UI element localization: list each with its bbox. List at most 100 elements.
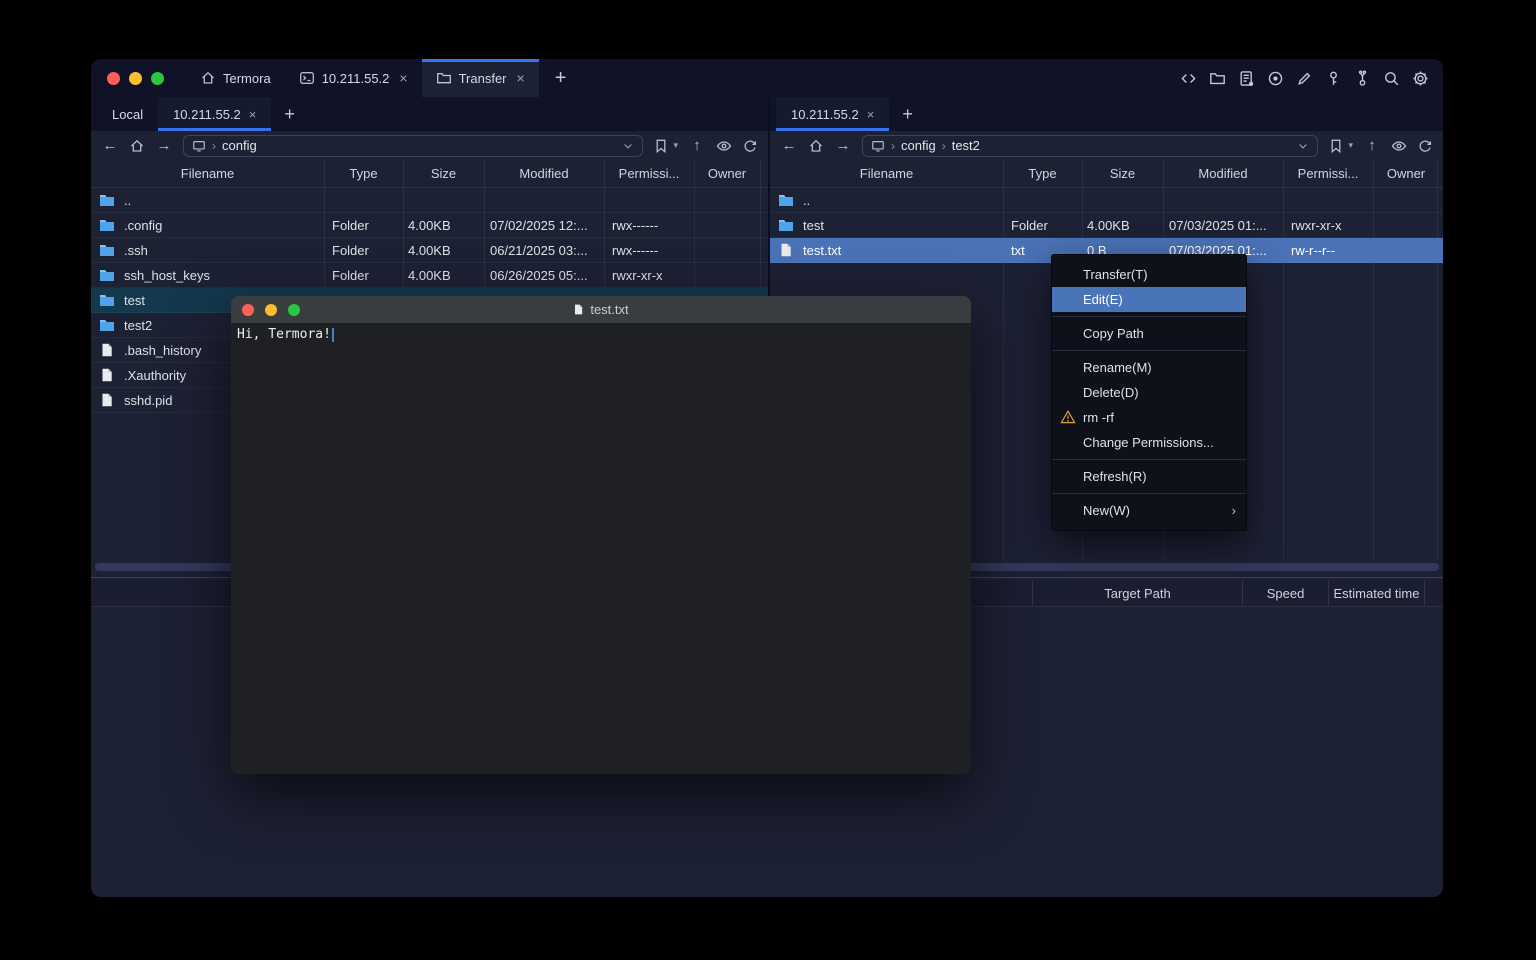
back-button[interactable]: ← [101,137,119,154]
bookmark-button[interactable] [1328,138,1344,154]
menu-item-label: Transfer(T) [1083,267,1148,282]
parent-directory-button[interactable]: ↑ [1363,137,1381,154]
column-header-type[interactable]: Type [324,166,403,181]
bookmark-dropdown-icon[interactable]: ▾ [1348,140,1353,151]
home-button[interactable] [129,138,145,154]
file-row[interactable]: ssh_host_keys Folder 4.00KB 06/26/2025 0… [91,263,768,288]
bookmark-dropdown-icon[interactable]: ▾ [673,140,678,151]
menu-item-label: Copy Path [1083,326,1144,341]
close-window-button[interactable] [107,72,120,85]
close-tab-icon[interactable]: × [249,107,257,122]
tab-label: Transfer [459,71,507,86]
column-header-modified[interactable]: Modified [484,166,604,181]
file-type: Folder [324,218,403,233]
column-header-owner[interactable]: Owner [694,166,760,181]
zoom-window-button[interactable] [151,72,164,85]
code-icon[interactable] [1180,70,1197,87]
file-modified: 07/02/2025 12:... [484,218,604,233]
file-row[interactable]: .ssh Folder 4.00KB 06/21/2025 03:... rwx… [91,238,768,263]
settings-gear-icon[interactable] [1412,70,1429,87]
record-icon[interactable] [1267,70,1284,87]
tab-transfer[interactable]: Transfer × [422,59,539,97]
path-bar[interactable]: › config › test2 [862,135,1318,157]
file-modified: 06/21/2025 03:... [484,243,604,258]
context-menu-item[interactable]: Edit(E) [1052,287,1246,312]
parent-directory-button[interactable]: ↑ [688,137,706,154]
folder-icon[interactable] [1209,70,1226,87]
file-name: .bash_history [124,343,201,358]
key-icon[interactable] [1325,70,1342,87]
tab-local[interactable]: Local [97,97,158,131]
back-button[interactable]: ← [780,137,798,154]
file-row[interactable]: .config Folder 4.00KB 07/02/2025 12:... … [91,213,768,238]
new-panel-tab-button[interactable]: + [889,97,926,131]
file-row[interactable]: .. [91,188,768,213]
editor-text: Hi, Termora! [237,327,331,342]
forward-button[interactable]: → [834,137,852,154]
tab-remote-host[interactable]: 10.211.55.2 × [158,97,271,131]
editor-zoom-button[interactable] [288,304,300,316]
column-header-permissions[interactable]: Permissi... [1283,166,1373,181]
pencil-icon[interactable] [1296,70,1313,87]
column-header-speed[interactable]: Speed [1242,580,1328,606]
chevron-down-icon[interactable] [1297,140,1309,152]
context-menu-item[interactable]: Transfer(T) [1052,262,1246,287]
context-menu-item[interactable]: Rename(M) [1052,355,1246,380]
new-panel-tab-button[interactable]: + [271,97,308,131]
context-menu-item[interactable]: Refresh(R) [1052,464,1246,489]
column-header-estimated-time[interactable]: Estimated time [1328,580,1425,606]
column-header-target-path[interactable]: Target Path [1032,580,1242,606]
context-menu-item[interactable]: Change Permissions... [1052,430,1246,455]
editor-titlebar[interactable]: test.txt [231,296,971,323]
home-button[interactable] [808,138,824,154]
close-tab-icon[interactable]: × [867,107,875,122]
show-hidden-files-button[interactable] [716,138,732,154]
minimize-window-button[interactable] [129,72,142,85]
folder-icon [99,268,115,282]
column-header-owner[interactable]: Owner [1373,166,1439,181]
editor-window: test.txt Hi, Termora! [231,296,971,774]
column-header-type[interactable]: Type [1003,166,1082,181]
column-header-size[interactable]: Size [403,166,484,181]
left-table-header: Filename Type Size Modified Permissi... … [91,160,768,188]
column-header-filename[interactable]: Filename [91,166,324,181]
column-header-filename[interactable]: Filename [770,166,1003,181]
log-icon[interactable] [1238,70,1255,87]
file-name: test [124,293,145,308]
file-row[interactable]: .. [770,188,1443,213]
new-tab-button[interactable]: + [539,59,583,97]
file-row[interactable]: test Folder 4.00KB 07/03/2025 01:... rwx… [770,213,1443,238]
forward-button[interactable]: → [155,137,173,154]
context-menu-item[interactable]: Copy Path [1052,321,1246,346]
context-menu-item[interactable]: rm -rf [1052,405,1246,430]
tab-ssh-session[interactable]: 10.211.55.2 × [285,59,422,97]
refresh-button[interactable] [742,138,758,154]
context-menu-item[interactable]: Delete(D) [1052,380,1246,405]
column-header-size[interactable]: Size [1082,166,1163,181]
keychain-icon[interactable] [1354,70,1371,87]
chevron-down-icon[interactable] [622,140,634,152]
column-header-modified[interactable]: Modified [1163,166,1283,181]
column-header-permissions[interactable]: Permissi... [604,166,694,181]
file-icon [778,243,794,257]
close-tab-icon[interactable]: × [517,70,525,86]
tab-termora-home[interactable]: Termora [186,59,285,97]
editor-content[interactable]: Hi, Termora! [231,323,971,774]
editor-close-button[interactable] [242,304,254,316]
file-size: 4.00KB [403,218,484,233]
search-icon[interactable] [1383,70,1400,87]
editor-minimize-button[interactable] [265,304,277,316]
path-separator: › [891,139,895,153]
bookmark-button[interactable] [653,138,669,154]
tab-remote-host[interactable]: 10.211.55.2 × [776,97,889,131]
folder-icon [99,243,115,257]
context-menu-item[interactable]: New(W) › [1052,498,1246,523]
file-icon [99,368,115,382]
folder-icon [778,193,794,207]
submenu-arrow-icon: › [1232,498,1236,523]
refresh-button[interactable] [1417,138,1433,154]
path-bar[interactable]: › config [183,135,643,157]
close-tab-icon[interactable]: × [399,70,407,86]
show-hidden-files-button[interactable] [1391,138,1407,154]
traffic-lights [91,59,186,97]
